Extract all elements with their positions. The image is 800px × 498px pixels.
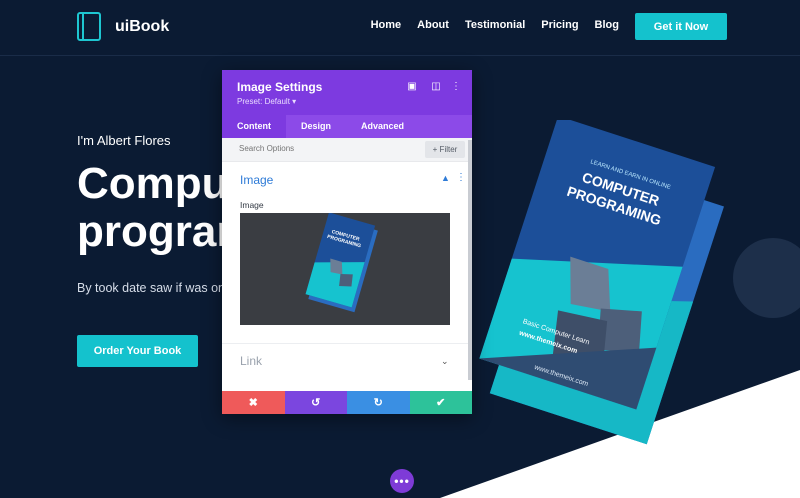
image-upload-preview[interactable]: COMPUTER PROGRAMING	[240, 213, 450, 325]
logo-text: uiBook	[115, 17, 170, 35]
save-button[interactable]: ✔	[409, 391, 472, 414]
tab-advanced[interactable]: Advanced	[346, 115, 419, 138]
panel-scrollbar[interactable]	[468, 140, 472, 380]
ellipsis-icon: •••	[394, 474, 410, 488]
panel-footer: ✖ ↺ ↻ ✔	[222, 391, 472, 414]
preview-thumbnail: COMPUTER PROGRAMING	[305, 213, 378, 313]
search-options-input[interactable]	[239, 144, 389, 153]
section-options-icon[interactable]: ⋮	[456, 172, 466, 183]
redo-icon: ↻	[373, 397, 383, 409]
site-logo[interactable]: uiBook	[77, 12, 169, 41]
link-section-toggle[interactable]: Link	[240, 354, 262, 368]
main-nav: Home About Testimonial Pricing Blog	[371, 19, 619, 31]
nav-blog[interactable]: Blog	[595, 19, 619, 31]
hero-subtitle: I'm Albert Flores	[77, 133, 171, 148]
nav-pricing[interactable]: Pricing	[541, 19, 578, 31]
image-section-toggle[interactable]: Image	[240, 173, 273, 187]
image-section: Image ▲ ⋮ Image COMPUTER PROGRAMING	[222, 163, 472, 341]
more-options-icon[interactable]: ⋮	[450, 81, 462, 92]
screenshot-icon[interactable]: ▣	[406, 81, 418, 92]
cancel-button[interactable]: ✖	[222, 391, 285, 414]
chevron-up-icon[interactable]: ▲	[441, 173, 450, 183]
get-it-now-button[interactable]: Get it Now	[635, 13, 727, 40]
section-divider	[222, 343, 472, 344]
panel-header: Image Settings Preset: Default ▾ ▣ ◫ ⋮	[222, 70, 472, 115]
book-logo-icon	[77, 12, 101, 41]
panel-tabs: Content Design Advanced	[222, 115, 472, 138]
book-cover-illustration: LEARN AND EARN IN ONLINE COMPUTER PROGRA…	[479, 120, 724, 445]
image-field-label: Image	[240, 200, 264, 210]
more-actions-button[interactable]: •••	[390, 469, 414, 493]
search-row: + Filter	[222, 138, 472, 162]
nav-testimonial[interactable]: Testimonial	[465, 19, 525, 31]
nav-home[interactable]: Home	[371, 19, 402, 31]
checkmark-icon: ✔	[436, 397, 446, 409]
chevron-down-icon[interactable]: ⌄	[441, 356, 449, 367]
undo-icon: ↺	[311, 397, 321, 409]
redo-button[interactable]: ↻	[347, 391, 410, 414]
order-book-button[interactable]: Order Your Book	[77, 335, 198, 367]
panel-title: Image Settings	[237, 80, 323, 94]
tab-design[interactable]: Design	[286, 115, 346, 138]
site-header: uiBook Home About Testimonial Pricing Bl…	[0, 0, 800, 56]
undo-button[interactable]: ↺	[284, 391, 347, 414]
nav-about[interactable]: About	[417, 19, 449, 31]
close-icon: ✖	[248, 397, 258, 409]
expand-panel-icon[interactable]: ◫	[430, 81, 442, 92]
filter-button[interactable]: + Filter	[425, 141, 465, 158]
tab-content[interactable]: Content	[222, 115, 286, 138]
preset-selector[interactable]: Preset: Default ▾	[237, 97, 296, 106]
image-settings-panel: Image Settings Preset: Default ▾ ▣ ◫ ⋮ C…	[222, 70, 472, 414]
